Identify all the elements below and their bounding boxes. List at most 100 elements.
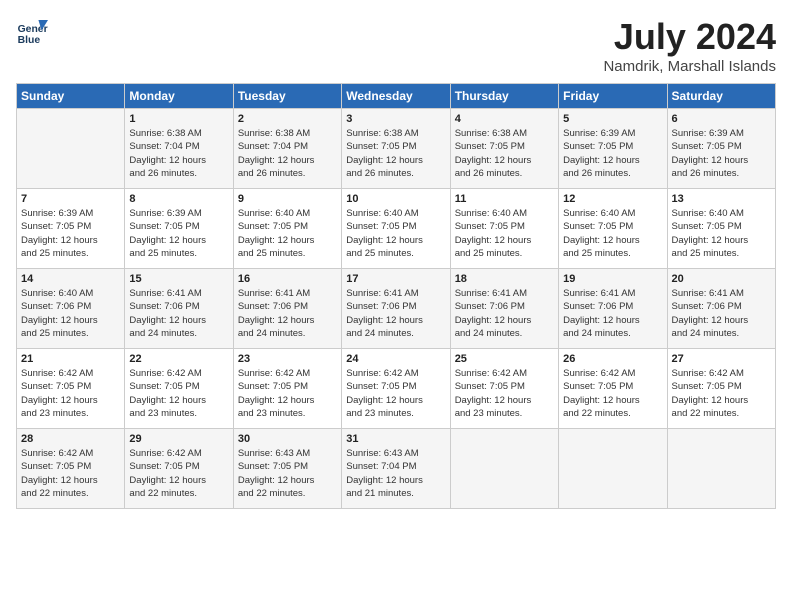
- calendar-day-cell: 10 Sunrise: 6:40 AM Sunset: 7:05 PM Dayli…: [342, 189, 450, 269]
- day-number: 27: [672, 353, 771, 365]
- day-number: 7: [21, 193, 120, 205]
- logo: General Blue: [16, 16, 48, 48]
- calendar-day-cell: 27 Sunrise: 6:42 AM Sunset: 7:05 PM Dayli…: [667, 349, 775, 429]
- calendar-day-cell: 2Sunrise: 6:38 AM Sunset: 7:04 PM Daylig…: [233, 109, 341, 189]
- calendar-day-cell: 19 Sunrise: 6:41 AM Sunset: 7:06 PM Dayli…: [559, 269, 667, 349]
- weekday-header-cell: Saturday: [667, 84, 775, 109]
- day-info: Sunrise: 6:38 AM Sunset: 7:05 PM Dayligh…: [455, 127, 554, 180]
- day-info: Sunrise: 6:42 AM Sunset: 7:05 PM Dayligh…: [672, 367, 771, 420]
- day-info: Sunrise: 6:41 AM Sunset: 7:06 PM Dayligh…: [129, 287, 228, 340]
- day-number: 31: [346, 433, 445, 445]
- day-number: 3: [346, 113, 445, 125]
- month-year: July 2024: [603, 16, 776, 58]
- day-info: Sunrise: 6:39 AM Sunset: 7:05 PM Dayligh…: [21, 207, 120, 260]
- calendar-day-cell: 3 Sunrise: 6:38 AM Sunset: 7:05 PM Daylig…: [342, 109, 450, 189]
- calendar-week-row: 21 Sunrise: 6:42 AM Sunset: 7:05 PM Dayli…: [17, 349, 776, 429]
- calendar-day-cell: 13 Sunrise: 6:40 AM Sunset: 7:05 PM Dayli…: [667, 189, 775, 269]
- day-info: Sunrise: 6:42 AM Sunset: 7:05 PM Dayligh…: [346, 367, 445, 420]
- day-info: Sunrise: 6:40 AM Sunset: 7:05 PM Dayligh…: [238, 207, 337, 260]
- calendar-day-cell: 28 Sunrise: 6:42 AM Sunset: 7:05 PM Dayli…: [17, 429, 125, 509]
- day-info: Sunrise: 6:42 AM Sunset: 7:05 PM Dayligh…: [21, 447, 120, 500]
- calendar-day-cell: 9 Sunrise: 6:40 AM Sunset: 7:05 PM Daylig…: [233, 189, 341, 269]
- day-info: Sunrise: 6:38 AM Sunset: 7:04 PM Dayligh…: [129, 127, 228, 180]
- day-info: Sunrise: 6:42 AM Sunset: 7:05 PM Dayligh…: [563, 367, 662, 420]
- calendar-day-cell: 25Sunrise: 6:42 AM Sunset: 7:05 PM Dayli…: [450, 349, 558, 429]
- calendar-week-row: 1 Sunrise: 6:38 AM Sunset: 7:04 PM Daylig…: [17, 109, 776, 189]
- calendar-day-cell: 24 Sunrise: 6:42 AM Sunset: 7:05 PM Dayli…: [342, 349, 450, 429]
- calendar-day-cell: 31Sunrise: 6:43 AM Sunset: 7:04 PM Dayli…: [342, 429, 450, 509]
- day-info: Sunrise: 6:39 AM Sunset: 7:05 PM Dayligh…: [672, 127, 771, 180]
- day-info: Sunrise: 6:39 AM Sunset: 7:05 PM Dayligh…: [563, 127, 662, 180]
- day-info: Sunrise: 6:42 AM Sunset: 7:05 PM Dayligh…: [21, 367, 120, 420]
- calendar-day-cell: [450, 429, 558, 509]
- day-number: 16: [238, 273, 337, 285]
- day-number: 13: [672, 193, 771, 205]
- day-number: 4: [455, 113, 554, 125]
- calendar-day-cell: 26 Sunrise: 6:42 AM Sunset: 7:05 PM Dayli…: [559, 349, 667, 429]
- calendar-table: SundayMondayTuesdayWednesdayThursdayFrid…: [16, 83, 776, 509]
- day-number: 26: [563, 353, 662, 365]
- logo-icon: General Blue: [16, 16, 48, 48]
- weekday-header-cell: Tuesday: [233, 84, 341, 109]
- day-number: 29: [129, 433, 228, 445]
- weekday-header-cell: Monday: [125, 84, 233, 109]
- calendar-day-cell: 11 Sunrise: 6:40 AM Sunset: 7:05 PM Dayli…: [450, 189, 558, 269]
- day-number: 6: [672, 113, 771, 125]
- day-number: 15: [129, 273, 228, 285]
- day-info: Sunrise: 6:42 AM Sunset: 7:05 PM Dayligh…: [129, 367, 228, 420]
- day-number: 23: [238, 353, 337, 365]
- weekday-header-cell: Sunday: [17, 84, 125, 109]
- calendar-day-cell: 18 Sunrise: 6:41 AM Sunset: 7:06 PM Dayli…: [450, 269, 558, 349]
- day-info: Sunrise: 6:43 AM Sunset: 7:05 PM Dayligh…: [238, 447, 337, 500]
- day-info: Sunrise: 6:42 AM Sunset: 7:05 PM Dayligh…: [238, 367, 337, 420]
- day-info: Sunrise: 6:41 AM Sunset: 7:06 PM Dayligh…: [563, 287, 662, 340]
- day-info: Sunrise: 6:41 AM Sunset: 7:06 PM Dayligh…: [238, 287, 337, 340]
- calendar-day-cell: 15 Sunrise: 6:41 AM Sunset: 7:06 PM Dayli…: [125, 269, 233, 349]
- day-info: Sunrise: 6:40 AM Sunset: 7:05 PM Dayligh…: [346, 207, 445, 260]
- day-info: Sunrise: 6:41 AM Sunset: 7:06 PM Dayligh…: [672, 287, 771, 340]
- weekday-header-cell: Friday: [559, 84, 667, 109]
- calendar-week-row: 14 Sunrise: 6:40 AM Sunset: 7:06 PM Dayli…: [17, 269, 776, 349]
- calendar-day-cell: 14 Sunrise: 6:40 AM Sunset: 7:06 PM Dayli…: [17, 269, 125, 349]
- calendar-day-cell: 22Sunrise: 6:42 AM Sunset: 7:05 PM Dayli…: [125, 349, 233, 429]
- day-info: Sunrise: 6:40 AM Sunset: 7:05 PM Dayligh…: [672, 207, 771, 260]
- day-number: 5: [563, 113, 662, 125]
- day-number: 14: [21, 273, 120, 285]
- day-info: Sunrise: 6:41 AM Sunset: 7:06 PM Dayligh…: [346, 287, 445, 340]
- day-info: Sunrise: 6:40 AM Sunset: 7:06 PM Dayligh…: [21, 287, 120, 340]
- calendar-day-cell: 12Sunrise: 6:40 AM Sunset: 7:05 PM Dayli…: [559, 189, 667, 269]
- calendar-week-row: 7 Sunrise: 6:39 AM Sunset: 7:05 PM Daylig…: [17, 189, 776, 269]
- day-info: Sunrise: 6:40 AM Sunset: 7:05 PM Dayligh…: [563, 207, 662, 260]
- day-info: Sunrise: 6:42 AM Sunset: 7:05 PM Dayligh…: [129, 447, 228, 500]
- calendar-day-cell: 16 Sunrise: 6:41 AM Sunset: 7:06 PM Dayli…: [233, 269, 341, 349]
- day-number: 30: [238, 433, 337, 445]
- calendar-day-cell: 1 Sunrise: 6:38 AM Sunset: 7:04 PM Daylig…: [125, 109, 233, 189]
- calendar-day-cell: 8Sunrise: 6:39 AM Sunset: 7:05 PM Daylig…: [125, 189, 233, 269]
- day-info: Sunrise: 6:41 AM Sunset: 7:06 PM Dayligh…: [455, 287, 554, 340]
- day-number: 1: [129, 113, 228, 125]
- day-number: 10: [346, 193, 445, 205]
- weekday-header-cell: Thursday: [450, 84, 558, 109]
- day-info: Sunrise: 6:38 AM Sunset: 7:05 PM Dayligh…: [346, 127, 445, 180]
- weekday-header-cell: Wednesday: [342, 84, 450, 109]
- calendar-day-cell: [667, 429, 775, 509]
- day-info: Sunrise: 6:40 AM Sunset: 7:05 PM Dayligh…: [455, 207, 554, 260]
- calendar-day-cell: [17, 109, 125, 189]
- calendar-day-cell: 30 Sunrise: 6:43 AM Sunset: 7:05 PM Dayli…: [233, 429, 341, 509]
- calendar-day-cell: 7 Sunrise: 6:39 AM Sunset: 7:05 PM Daylig…: [17, 189, 125, 269]
- day-number: 21: [21, 353, 120, 365]
- day-number: 11: [455, 193, 554, 205]
- calendar-day-cell: 4 Sunrise: 6:38 AM Sunset: 7:05 PM Daylig…: [450, 109, 558, 189]
- svg-text:Blue: Blue: [18, 35, 41, 46]
- day-number: 18: [455, 273, 554, 285]
- day-number: 9: [238, 193, 337, 205]
- day-number: 8: [129, 193, 228, 205]
- weekday-header-row: SundayMondayTuesdayWednesdayThursdayFrid…: [17, 84, 776, 109]
- calendar-day-cell: [559, 429, 667, 509]
- day-number: 19: [563, 273, 662, 285]
- calendar-day-cell: 21 Sunrise: 6:42 AM Sunset: 7:05 PM Dayli…: [17, 349, 125, 429]
- day-number: 28: [21, 433, 120, 445]
- day-number: 2: [238, 113, 337, 125]
- day-number: 24: [346, 353, 445, 365]
- day-number: 17: [346, 273, 445, 285]
